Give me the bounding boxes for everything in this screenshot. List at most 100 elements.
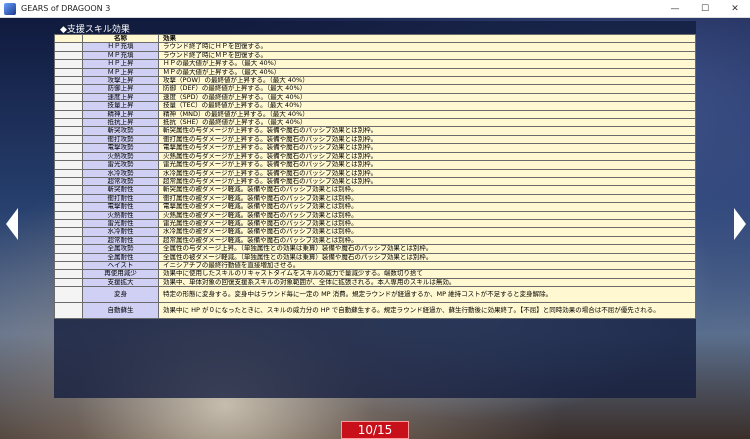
skill-effect: 電撃属性の被ダメージ軽減。装備や魔石のパッシブ効果とは別枠。 xyxy=(158,202,696,212)
skill-effect: ＨＰの最大値が上昇する。（最大 40%） xyxy=(158,59,696,69)
skill-effect: ＭＰの最大値が上昇する。（最大 40%） xyxy=(158,67,696,78)
table-row: 超常耐性 超常属性の被ダメージ軽減。装備や魔石のパッシブ効果とは別枠。 xyxy=(54,235,696,246)
skill-name: 電撃攻勢 xyxy=(82,143,159,153)
skill-table: 名称 効果 ＨＰ充填 ラウンド終了時にＨＰを回復する。 ＭＰ充填 ラウンド終了時にＭＰ… xyxy=(54,33,696,320)
app-icon xyxy=(4,2,16,15)
skill-effect: 抵抗（SHE）の最終値が上昇する。（最大 40%） xyxy=(158,118,696,128)
row-marker xyxy=(54,84,83,94)
row-marker xyxy=(54,202,83,212)
row-marker xyxy=(54,160,83,170)
game-stage: ◆支援スキル効果 名称 効果 ＨＰ充填 ラウンド終了時にＨＰを回復する。 ＭＰ充填ラ… xyxy=(0,18,750,439)
header-blank xyxy=(54,33,83,44)
skill-effect: 攻撃（POW）の最終値が上昇する。（最大 40%） xyxy=(158,76,696,86)
skill-name: 電撃耐性 xyxy=(82,202,159,212)
skill-effect: 全属性の与ダメージ上昇。（単独属性との効果は乗算）装備や魔石のパッシブ効果とは別… xyxy=(158,244,696,254)
skill-name: 雷光攻勢 xyxy=(82,160,159,170)
table-row: ＨＰ充填 ラウンド終了時にＨＰを回復する。 xyxy=(54,42,696,52)
skill-effect: 効果中に使用したスキルのリキャストタイムをスキルの威力で量減少する。端数切り捨て xyxy=(158,269,696,279)
skill-name: ＭＰ充填 xyxy=(82,50,159,61)
row-marker xyxy=(54,59,83,69)
row-marker xyxy=(54,67,83,78)
header-name: 名称 xyxy=(82,33,159,44)
prev-page-arrow-icon[interactable] xyxy=(6,208,18,240)
row-marker xyxy=(54,50,83,61)
table-row: 火熱攻勢 火熱属性の与ダメージが上昇する。装備や魔石のパッシブ効果とは別枠。 xyxy=(54,151,696,162)
skill-name: 変身 xyxy=(82,286,159,304)
row-marker xyxy=(54,193,83,204)
skill-name: ヘイスト xyxy=(82,260,159,271)
table-row: 攻撃上昇 攻撃（POW）の最終値が上昇する。（最大 40%） xyxy=(54,76,696,86)
table-row: 変身 特定の形態に変身する。変身中はラウンド毎に一定の MP 消費。規定ラウンドが… xyxy=(54,286,696,304)
table-row: ＨＰ上昇 ＨＰの最大値が上昇する。（最大 40%） xyxy=(54,59,696,69)
skill-effect: 精神（MND）の最終値が上昇する。（最大 40%） xyxy=(158,109,696,120)
table-row: 水冷攻勢 水冷属性の与ダメージが上昇する。装備や魔石のパッシブ効果とは別枠。 xyxy=(54,168,696,178)
skill-effect: 技量（TEC）の最終値が上昇する。（最大 40%） xyxy=(158,101,696,111)
skill-name: 全属攻勢 xyxy=(82,244,159,254)
row-marker xyxy=(54,168,83,178)
skill-effect: 電撃属性の与ダメージが上昇する。装備や魔石のパッシブ効果とは別枠。 xyxy=(158,143,696,153)
table-row: 抵抗上昇 抵抗（SHE）の最終値が上昇する。（最大 40%） xyxy=(54,118,696,128)
skill-effect: 雷光属性の与ダメージが上昇する。装備や魔石のパッシブ効果とは別枠。 xyxy=(158,160,696,170)
row-marker xyxy=(54,302,83,320)
row-marker xyxy=(54,252,83,262)
skill-effect: 全属性の被ダメージ軽減。（単独属性との効果は乗算）装備や魔石のパッシブ効果とは別… xyxy=(158,252,696,262)
skill-name: ＭＰ上昇 xyxy=(82,67,159,78)
table-row: 超常攻勢 超常属性の与ダメージが上昇する。装備や魔石のパッシブ効果とは別枠。 xyxy=(54,176,696,187)
table-row: 電撃耐性 電撃属性の被ダメージ軽減。装備や魔石のパッシブ効果とは別枠。 xyxy=(54,202,696,212)
skill-effect: ラウンド終了時にＭＰを回復する。 xyxy=(158,50,696,61)
skill-name: 防御上昇 xyxy=(82,84,159,94)
skill-name: 水冷攻勢 xyxy=(82,168,159,178)
table-row: 電撃攻勢 電撃属性の与ダメージが上昇する。装備や魔石のパッシブ効果とは別枠。 xyxy=(54,143,696,153)
next-page-arrow-icon[interactable] xyxy=(734,208,746,240)
skill-name: 速度上昇 xyxy=(82,92,159,103)
skill-name: 衝打攻勢 xyxy=(82,134,159,145)
row-marker xyxy=(54,76,83,86)
row-marker xyxy=(54,151,83,162)
table-row: ＭＰ上昇 ＭＰの最大値が上昇する。（最大 40%） xyxy=(54,67,696,78)
row-marker xyxy=(54,269,83,279)
table-row: ＭＰ充填 ラウンド終了時にＭＰを回復する。 xyxy=(54,50,696,61)
table-row: 自動蘇生 効果中に HP が０になったときに、スキルの威力分の HP で自動蘇生す… xyxy=(54,302,696,320)
table-row: 防御上昇 防御（DEF）の最終値が上昇する。（最大 40%） xyxy=(54,84,696,94)
skill-effect: 斬突属性の被ダメージ軽減。装備や魔石のパッシブ効果とは別枠。 xyxy=(158,185,696,195)
table-row: 雷光攻勢 雷光属性の与ダメージが上昇する。装備や魔石のパッシブ効果とは別枠。 xyxy=(54,160,696,170)
table-row: 全属耐性 全属性の被ダメージ軽減。（単独属性との効果は乗算）装備や魔石のパッシブ効… xyxy=(54,252,696,262)
table-row: 衝打耐性 衝打属性の被ダメージ軽減。装備や魔石のパッシブ効果とは別枠。 xyxy=(54,193,696,204)
skill-name: ＨＰ上昇 xyxy=(82,59,159,69)
minimize-button[interactable]: — xyxy=(660,0,690,18)
table-row: 速度上昇 速度（SPD）の最終値が上昇する。（最大 40%） xyxy=(54,92,696,103)
skill-effect: 効果中、単体対象の回復支援系スキルの対象範囲が、全体に拡張される。本人専用のスキ… xyxy=(158,277,696,288)
maximize-button[interactable]: ☐ xyxy=(690,0,720,18)
skill-name: 火熱攻勢 xyxy=(82,151,159,162)
row-marker xyxy=(54,176,83,187)
skill-effect: 水冷属性の被ダメージ軽減。装備や魔石のパッシブ効果とは別枠。 xyxy=(158,227,696,237)
close-button[interactable]: ✕ xyxy=(720,0,750,18)
skill-effect: 衝打属性の与ダメージが上昇する。装備や魔石のパッシブ効果とは別枠。 xyxy=(158,134,696,145)
window-titlebar: GEARS of DRAGOON 3 — ☐ ✕ xyxy=(0,0,750,18)
skill-name: 衝打耐性 xyxy=(82,193,159,204)
table-row: 斬突耐性 斬突属性の被ダメージ軽減。装備や魔石のパッシブ効果とは別枠。 xyxy=(54,185,696,195)
skill-name: 攻撃上昇 xyxy=(82,76,159,86)
table-row: 衝打攻勢 衝打属性の与ダメージが上昇する。装備や魔石のパッシブ効果とは別枠。 xyxy=(54,134,696,145)
row-marker xyxy=(54,227,83,237)
table-row: 斬突攻勢 斬突属性の与ダメージが上昇する。装備や魔石のパッシブ効果とは別枠。 xyxy=(54,126,696,136)
table-row: 火熱耐性 火熱属性の被ダメージ軽減。装備や魔石のパッシブ効果とは別枠。 xyxy=(54,210,696,220)
skill-effect: 防御（DEF）の最終値が上昇する。（最大 40%） xyxy=(158,84,696,94)
row-marker xyxy=(54,260,83,271)
row-marker xyxy=(54,126,83,136)
skill-effect: 衝打属性の被ダメージ軽減。装備や魔石のパッシブ効果とは別枠。 xyxy=(158,193,696,204)
skill-name: 抵抗上昇 xyxy=(82,118,159,128)
window-title: GEARS of DRAGOON 3 xyxy=(21,4,111,13)
skill-rows: ＨＰ充填 ラウンド終了時にＨＰを回復する。 ＭＰ充填 ラウンド終了時にＭＰを回復する。… xyxy=(54,42,696,320)
skill-name: 雷光耐性 xyxy=(82,218,159,229)
window-controls: — ☐ ✕ xyxy=(660,0,750,18)
row-marker xyxy=(54,286,83,304)
skill-name: 全属耐性 xyxy=(82,252,159,262)
table-row: 再使用減少 効果中に使用したスキルのリキャストタイムをスキルの威力で量減少する。端… xyxy=(54,269,696,279)
page-indicator: 10/15 xyxy=(341,421,409,439)
skill-effect: 水冷属性の与ダメージが上昇する。装備や魔石のパッシブ効果とは別枠。 xyxy=(158,168,696,178)
table-row: 雷光耐性 雷光属性の被ダメージ軽減。装備や魔石のパッシブ効果とは別枠。 xyxy=(54,218,696,229)
header-effect: 効果 xyxy=(158,33,696,44)
table-row: 精神上昇 精神（MND）の最終値が上昇する。（最大 40%） xyxy=(54,109,696,120)
row-marker xyxy=(54,101,83,111)
